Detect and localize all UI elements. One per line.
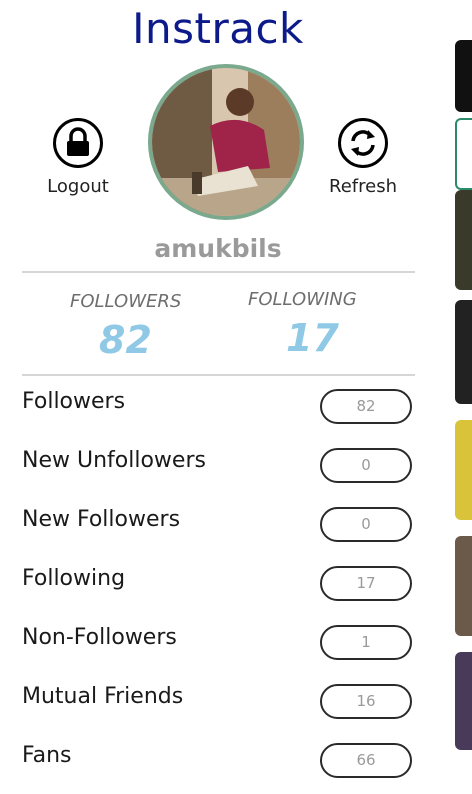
lock-icon	[53, 118, 103, 168]
app-title: Instrack	[132, 4, 304, 53]
side-panel-thumb-2[interactable]	[455, 118, 472, 190]
row-label: Non-Followers	[22, 625, 177, 650]
side-panel-thumb-4[interactable]	[455, 300, 472, 404]
username: amukbils	[154, 234, 282, 263]
refresh-label: Refresh	[329, 176, 397, 197]
count-badge: 17	[320, 566, 412, 601]
list-item-following[interactable]: Following 17	[22, 558, 412, 617]
list-item-followers[interactable]: Followers 82	[22, 381, 412, 440]
divider-bottom	[22, 374, 415, 376]
followers-caption: FOLLOWERS	[70, 291, 182, 312]
side-panel-thumb-7[interactable]	[455, 652, 472, 750]
count-badge: 66	[320, 743, 412, 778]
logout-button[interactable]: Logout	[33, 118, 123, 197]
refresh-icon	[338, 118, 388, 168]
following-count: 17	[286, 316, 339, 360]
side-panel-thumb-1[interactable]	[455, 40, 472, 112]
followers-count: 82	[99, 318, 152, 362]
following-caption: FOLLOWING	[248, 289, 357, 310]
side-panel-thumb-6[interactable]	[455, 536, 472, 636]
profile-avatar	[148, 64, 304, 220]
row-label: Mutual Friends	[22, 684, 184, 709]
divider-top	[22, 271, 415, 273]
side-panel-thumb-5[interactable]	[455, 420, 472, 520]
count-badge: 82	[320, 389, 412, 424]
side-panel-thumb-3[interactable]	[455, 190, 472, 290]
row-label: Fans	[22, 743, 72, 768]
count-badge: 0	[320, 507, 412, 542]
list-item-mutual-friends[interactable]: Mutual Friends 16	[22, 676, 412, 735]
logout-label: Logout	[47, 176, 109, 197]
row-label: New Followers	[22, 507, 181, 532]
list-item-fans[interactable]: Fans 66	[22, 735, 412, 794]
refresh-button[interactable]: Refresh	[318, 118, 408, 197]
count-badge: 1	[320, 625, 412, 660]
count-badge: 0	[320, 448, 412, 483]
row-label: Followers	[22, 389, 126, 414]
count-badge: 16	[320, 684, 412, 719]
list-item-new-unfollowers[interactable]: New Unfollowers 0	[22, 440, 412, 499]
list-item-new-followers[interactable]: New Followers 0	[22, 499, 412, 558]
row-label: New Unfollowers	[22, 448, 206, 473]
stats-list: Followers 82 New Unfollowers 0 New Follo…	[22, 381, 412, 794]
list-item-non-followers[interactable]: Non-Followers 1	[22, 617, 412, 676]
row-label: Following	[22, 566, 126, 591]
